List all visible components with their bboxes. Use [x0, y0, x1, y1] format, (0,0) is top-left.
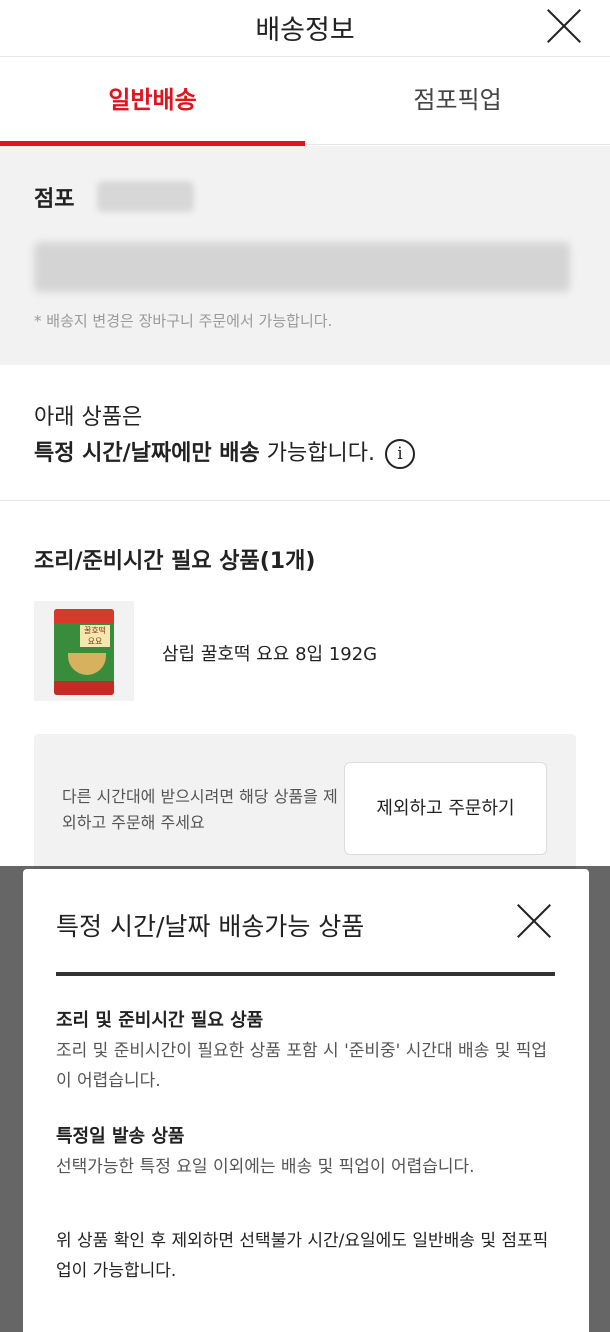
sheet-divider	[56, 972, 555, 976]
sheet-title: 특정 시간/날짜 배송가능 상품	[56, 912, 365, 941]
notice-line2: 특정 시간/날짜에만 배송 가능합니다. i	[34, 436, 415, 472]
delivery-notice: 아래 상품은 특정 시간/날짜에만 배송 가능합니다. i	[34, 400, 415, 472]
header: 배송정보	[0, 0, 610, 57]
sheet-body-cooking: 조리 및 준비시간이 필요한 상품 포함 시 '준비중' 시간대 배송 및 픽업…	[56, 1041, 548, 1091]
sheet-heading-specific-day: 특정일 발송 상품	[56, 1126, 185, 1147]
info-bottom-sheet: 특정 시간/날짜 배송가능 상품 조리 및 준비시간 필요 상품 조리 및 준비…	[23, 869, 589, 1332]
page-title: 배송정보	[255, 15, 355, 46]
product-package: 꿀호떡 요요	[54, 609, 114, 695]
product-name: 삼립 꿀호떡 요요 8입 192G	[162, 644, 378, 665]
tab-store-pickup[interactable]: 점포픽업	[305, 57, 610, 144]
store-address-blurred	[34, 242, 570, 292]
exclude-panel: 다른 시간대에 받으시려면 해당 상품을 제외하고 주문해 주세요 제외하고 주…	[34, 734, 576, 874]
section-title: 조리/준비시간 필요 상품(1개)	[34, 549, 316, 574]
close-icon[interactable]	[544, 6, 584, 46]
notice-rest: 가능합니다.	[259, 441, 375, 466]
close-icon[interactable]	[514, 901, 554, 941]
sheet-body-specific-day: 선택가능한 특정 요일 이외에는 배송 및 픽업이 어렵습니다.	[56, 1157, 475, 1177]
store-name-blurred	[97, 181, 194, 212]
exclude-and-order-button[interactable]: 제외하고 주문하기	[344, 762, 547, 855]
divider	[0, 500, 610, 501]
tab-general-delivery[interactable]: 일반배송	[0, 57, 305, 146]
package-label: 꿀호떡 요요	[80, 625, 110, 647]
sheet-heading-cooking: 조리 및 준비시간 필요 상품	[56, 1010, 264, 1031]
delivery-tabs: 일반배송 점포픽업	[0, 57, 610, 146]
product-image: 꿀호떡 요요	[34, 601, 134, 701]
sheet-footer-note: 위 상품 확인 후 제외하면 선택불가 시간/요일에도 일반배송 및 점포픽업이…	[56, 1231, 549, 1281]
exclude-text: 다른 시간대에 받으시려면 해당 상품을 제외하고 주문해 주세요	[62, 787, 338, 832]
info-icon[interactable]: i	[384, 439, 415, 469]
store-label: 점포	[34, 187, 75, 212]
notice-line1: 아래 상품은	[34, 405, 143, 430]
notice-bold: 특정 시간/날짜에만 배송	[34, 441, 260, 466]
address-change-note: * 배송지 변경은 장바구니 주문에서 가능합니다.	[34, 312, 333, 330]
